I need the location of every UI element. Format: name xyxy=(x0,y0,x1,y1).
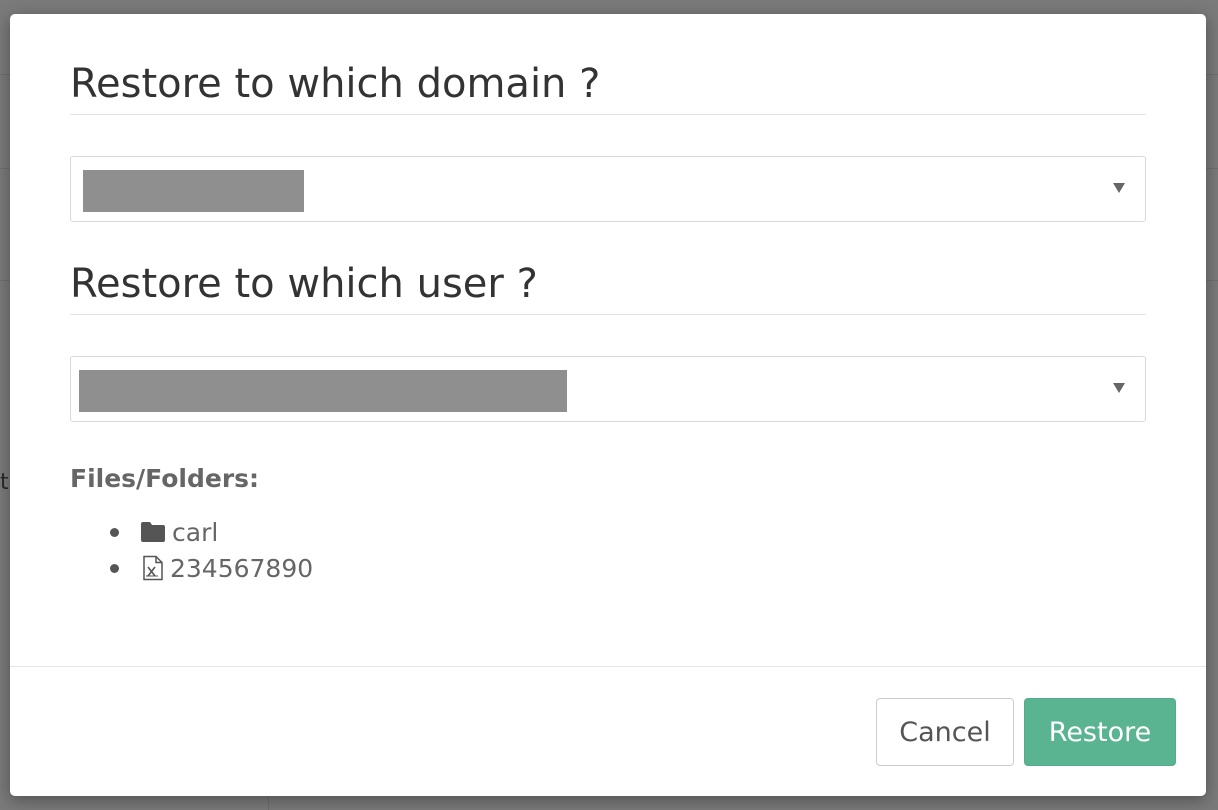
redacted-user-value xyxy=(79,370,567,412)
redacted-domain-value xyxy=(83,170,304,212)
domain-select[interactable] xyxy=(70,156,1146,222)
file-name: 234567890 xyxy=(170,553,314,583)
caret-down-icon xyxy=(1113,183,1125,193)
files-folders-label: Files/Folders: xyxy=(70,464,260,493)
files-list: carl 234567890 xyxy=(110,514,314,586)
list-item: 234567890 xyxy=(110,550,314,586)
list-item: carl xyxy=(110,514,313,550)
user-select[interactable] xyxy=(70,356,1146,422)
domain-section-title: Restore to which domain ? xyxy=(70,60,1146,115)
caret-down-icon xyxy=(1113,383,1125,393)
restore-button[interactable]: Restore xyxy=(1024,698,1176,766)
footer-divider xyxy=(10,666,1206,667)
bullet xyxy=(110,528,119,537)
bullet xyxy=(110,564,119,573)
folder-icon xyxy=(141,522,165,542)
file-name: carl xyxy=(172,517,219,547)
excel-file-icon xyxy=(143,555,163,581)
restore-dialog: Restore to which domain ? Restore to whi… xyxy=(10,14,1206,796)
user-section-title: Restore to which user ? xyxy=(70,260,1146,315)
cancel-button[interactable]: Cancel xyxy=(876,698,1014,766)
